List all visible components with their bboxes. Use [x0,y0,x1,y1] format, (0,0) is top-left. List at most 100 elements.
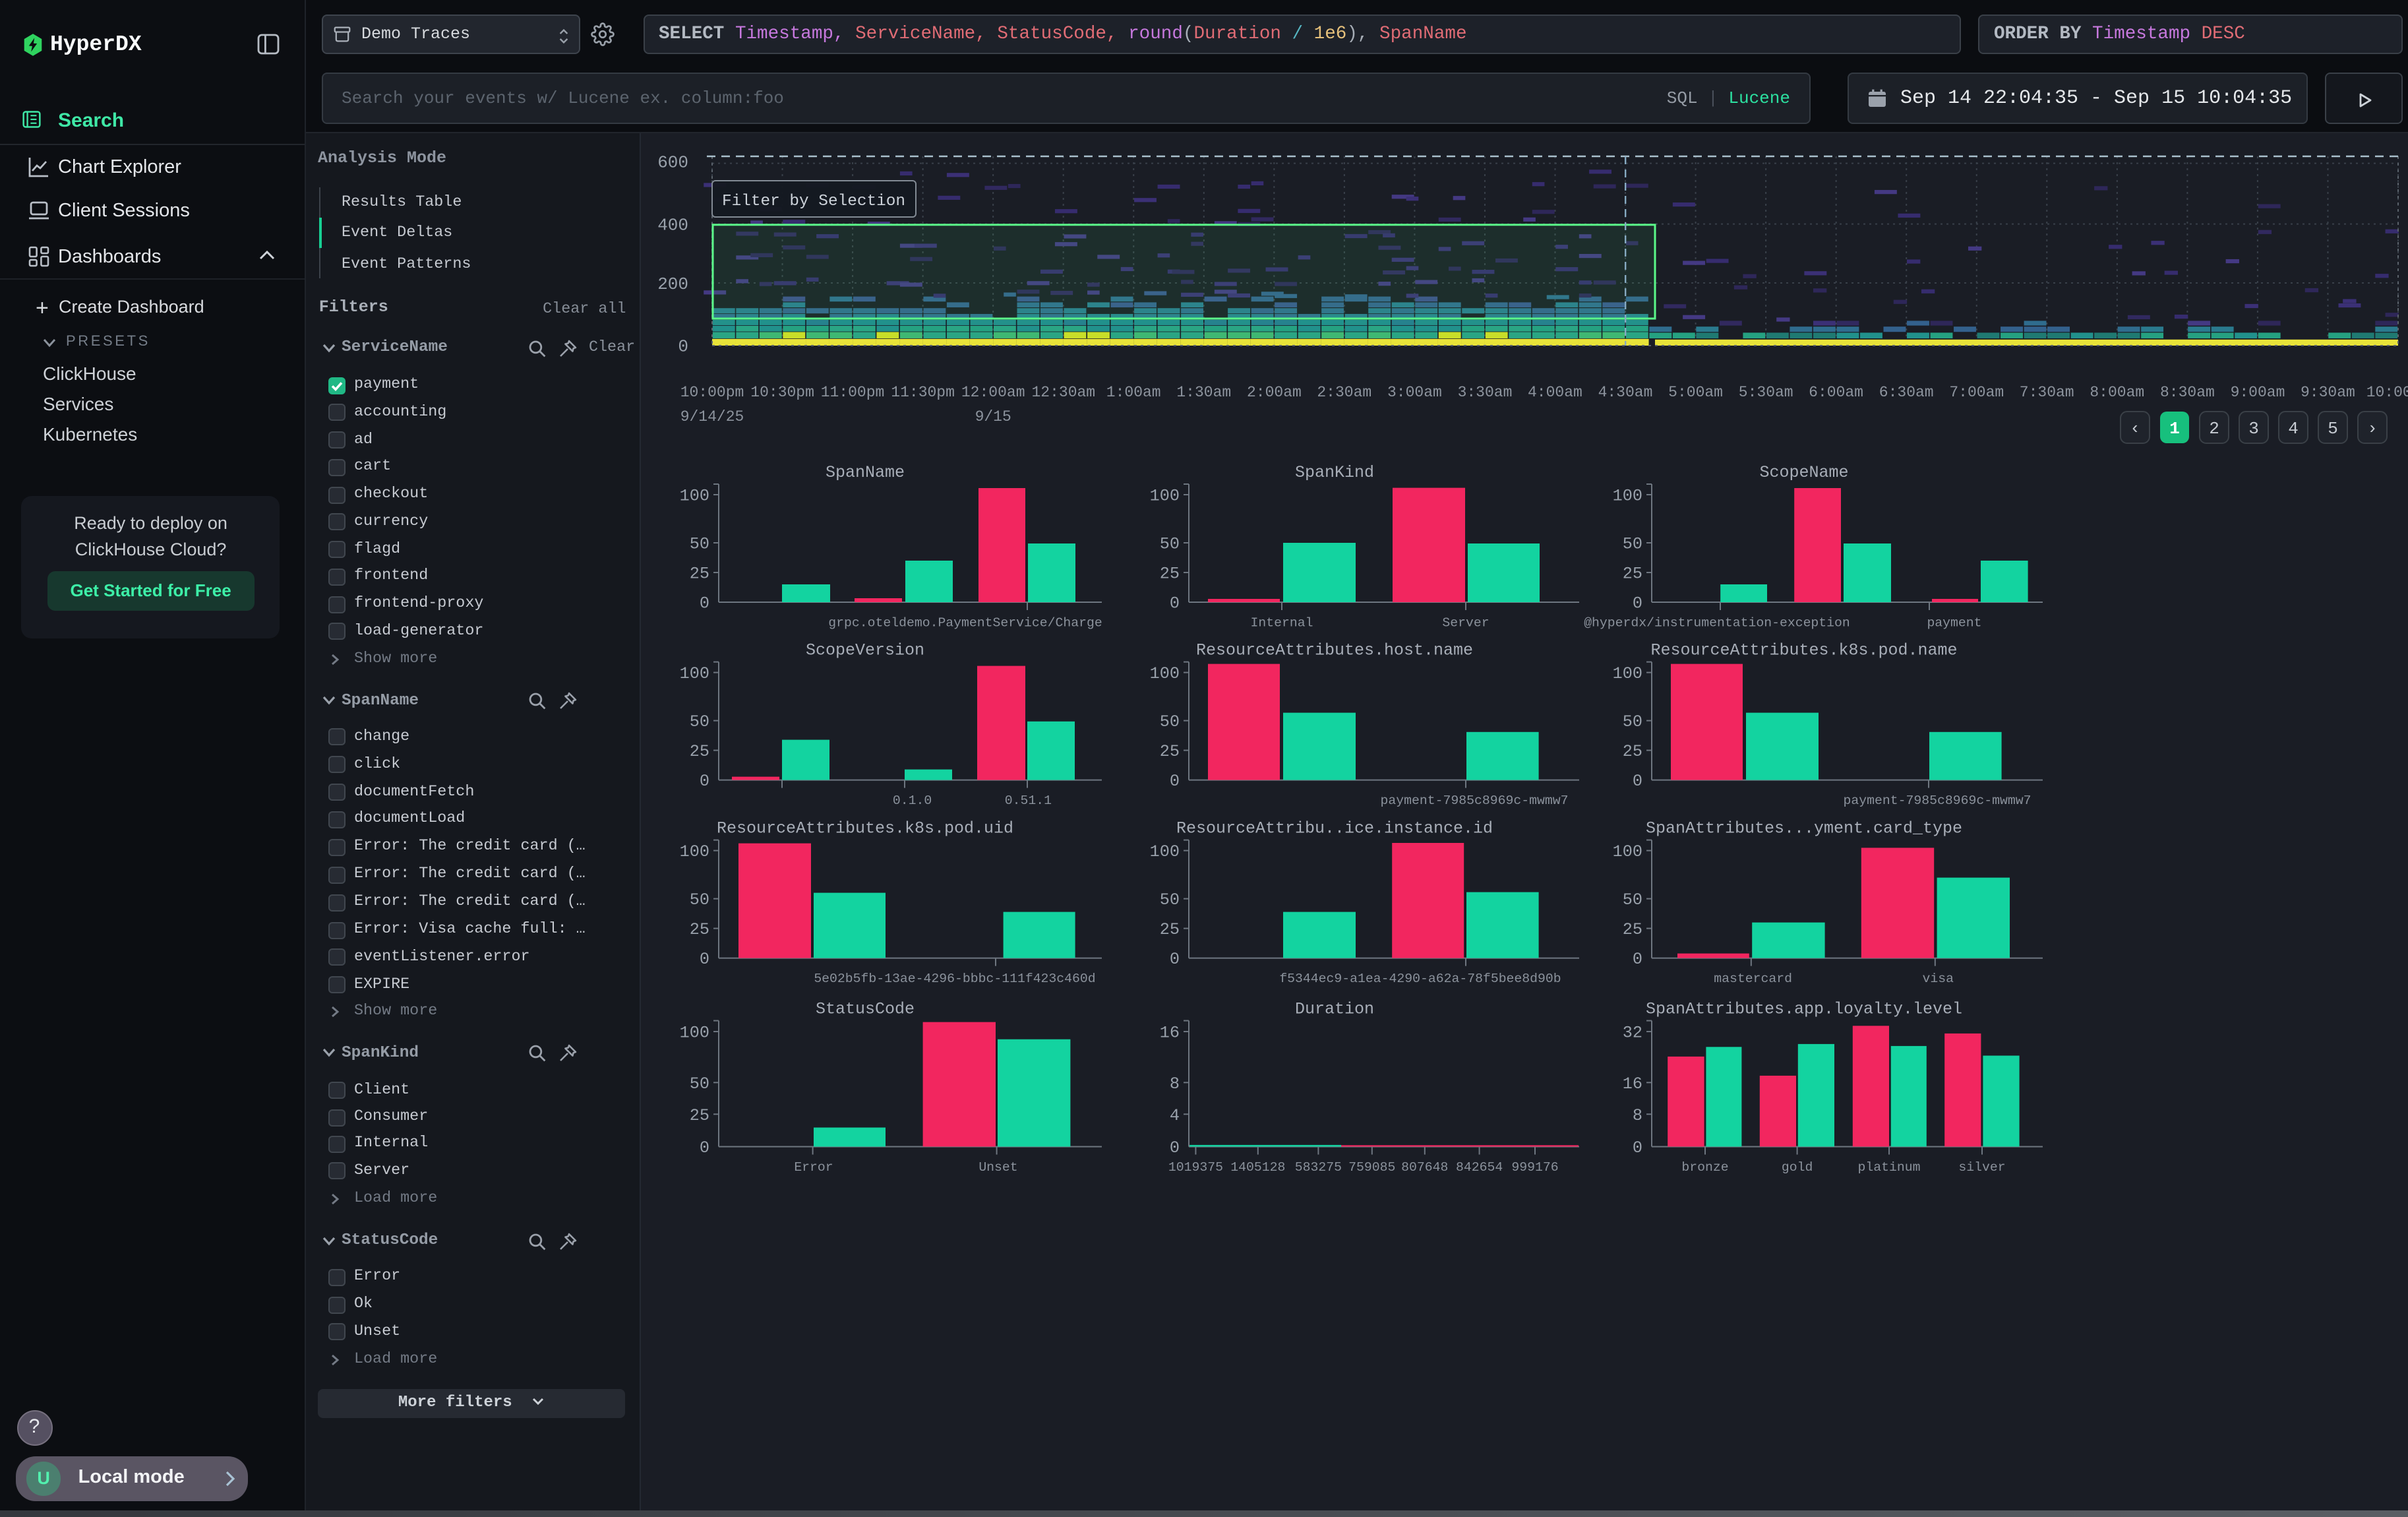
svg-text:11:00pm: 11:00pm [821,384,885,401]
svg-text:25: 25 [690,565,709,584]
svg-text:1: 1 [2169,419,2180,439]
svg-text:25: 25 [1160,920,1180,939]
svg-text:payment: payment [1927,615,1981,630]
svg-text:25: 25 [1160,742,1180,761]
svg-text:2:00am: 2:00am [1247,384,1302,401]
svg-text:ResourceAttributes.k8s.pod.nam: ResourceAttributes.k8s.pod.name [1650,641,1957,660]
svg-text:SpanAttributes.app.loyalty.lev: SpanAttributes.app.loyalty.level [1646,999,1962,1018]
svg-text:8:00am: 8:00am [2090,384,2144,401]
svg-text:32: 32 [1623,1024,1642,1043]
svg-text:ResourceAttributes.k8s.pod.uid: ResourceAttributes.k8s.pod.uid [717,819,1013,838]
svg-text:5:00am: 5:00am [1668,384,1723,401]
svg-text:9/15: 9/15 [975,408,1011,425]
svg-text:9:00am: 9:00am [2231,384,2285,401]
svg-text:8: 8 [1633,1106,1642,1125]
svg-text:4:30am: 4:30am [1598,384,1653,401]
svg-text:25: 25 [1623,565,1642,584]
svg-text:25: 25 [690,742,709,761]
svg-text:2:30am: 2:30am [1317,384,1371,401]
svg-text:842654: 842654 [1456,1160,1503,1175]
svg-text:silver: silver [1958,1160,2005,1175]
svg-text:SpanAttributes...yment.card_ty: SpanAttributes...yment.card_type [1646,819,1962,838]
svg-text:StatusCode: StatusCode [816,999,915,1018]
svg-text:200: 200 [657,274,688,294]
svg-text:11:30pm: 11:30pm [891,384,955,401]
svg-text:0: 0 [700,772,709,791]
svg-text:SpanName: SpanName [826,463,905,482]
svg-text:f5344ec9-a1ea-4290-a62a-78f5be: f5344ec9-a1ea-4290-a62a-78f5bee8d90b [1279,972,1561,986]
svg-text:50: 50 [1623,890,1642,910]
svg-text:0: 0 [1633,594,1642,613]
svg-text:100: 100 [680,664,709,683]
svg-text:16: 16 [1160,1024,1180,1043]
svg-text:1019375: 1019375 [1168,1160,1223,1175]
svg-text:25: 25 [1623,742,1642,761]
svg-text:bronze: bronze [1681,1160,1728,1175]
svg-text:›: › [2367,419,2378,439]
svg-text:2: 2 [2209,419,2219,439]
svg-text:999176: 999176 [1511,1160,1558,1175]
svg-text:50: 50 [1160,890,1180,910]
svg-text:10:00am: 10:00am [2366,384,2408,401]
svg-text:0.1.0: 0.1.0 [893,793,932,808]
svg-text:807648: 807648 [1401,1160,1448,1175]
svg-text:3:00am: 3:00am [1387,384,1442,401]
svg-text:Error: Error [794,1160,833,1175]
svg-text:0: 0 [1633,772,1642,791]
svg-text:12:00am: 12:00am [961,384,1025,401]
svg-text:0: 0 [1170,1138,1180,1158]
svg-text:6:30am: 6:30am [1879,384,1934,401]
svg-text:3:30am: 3:30am [1458,384,1513,401]
svg-text:grpc.oteldemo.PaymentService/C: grpc.oteldemo.PaymentService/Charge [828,615,1102,630]
svg-text:50: 50 [690,1074,709,1094]
svg-text:100: 100 [1613,664,1642,683]
svg-text:‹: ‹ [2130,419,2140,439]
svg-text:5: 5 [2328,419,2338,439]
svg-text:50: 50 [1623,535,1642,554]
svg-text:8: 8 [1170,1074,1180,1094]
svg-text:payment-7985c8969c-mwmw7: payment-7985c8969c-mwmw7 [1844,793,2032,808]
svg-text:0.51.1: 0.51.1 [1005,793,1052,808]
svg-text:1:00am: 1:00am [1106,384,1161,401]
svg-text:25: 25 [1623,920,1642,939]
svg-text:25: 25 [690,920,709,939]
svg-text:50: 50 [1623,712,1642,731]
svg-text:9:30am: 9:30am [2301,384,2355,401]
svg-text:ScopeName: ScopeName [1759,463,1848,482]
svg-text:@hyperdx/instrumentation-excep: @hyperdx/instrumentation-exception [1584,615,1850,630]
svg-text:9/14/25: 9/14/25 [680,408,744,425]
svg-text:platinum: platinum [1858,1160,1921,1175]
svg-text:Server: Server [1442,615,1489,630]
svg-text:4: 4 [2288,419,2299,439]
svg-text:0: 0 [1170,594,1180,613]
svg-text:Filter by Selection: Filter by Selection [722,193,905,210]
svg-text:50: 50 [690,712,709,731]
svg-text:ScopeVersion: ScopeVersion [806,641,924,660]
svg-text:25: 25 [690,1106,709,1125]
svg-text:10:30pm: 10:30pm [750,384,814,401]
svg-text:mastercard: mastercard [1714,972,1792,986]
svg-text:Unset: Unset [978,1160,1017,1175]
svg-text:583275: 583275 [1295,1160,1342,1175]
svg-text:50: 50 [690,890,709,910]
svg-text:1:30am: 1:30am [1176,384,1231,401]
svg-text:0: 0 [1170,950,1180,969]
svg-text:100: 100 [680,842,709,861]
svg-text:50: 50 [690,535,709,554]
svg-text:4:00am: 4:00am [1528,384,1582,401]
svg-text:100: 100 [1150,842,1180,861]
svg-text:payment-7985c8969c-mwmw7: payment-7985c8969c-mwmw7 [1381,793,1569,808]
svg-text:16: 16 [1623,1074,1642,1094]
svg-text:Internal: Internal [1251,615,1313,630]
svg-text:100: 100 [680,1024,709,1043]
svg-text:4: 4 [1170,1106,1180,1125]
svg-text:gold: gold [1782,1160,1813,1175]
svg-text:visa: visa [1922,972,1954,986]
svg-text:8:30am: 8:30am [2160,384,2215,401]
svg-text:0: 0 [1633,950,1642,969]
svg-text:0: 0 [700,1138,709,1158]
svg-text:12:30am: 12:30am [1031,384,1095,401]
svg-text:0: 0 [700,594,709,613]
svg-text:5:30am: 5:30am [1739,384,1793,401]
svg-text:3: 3 [2248,419,2259,439]
